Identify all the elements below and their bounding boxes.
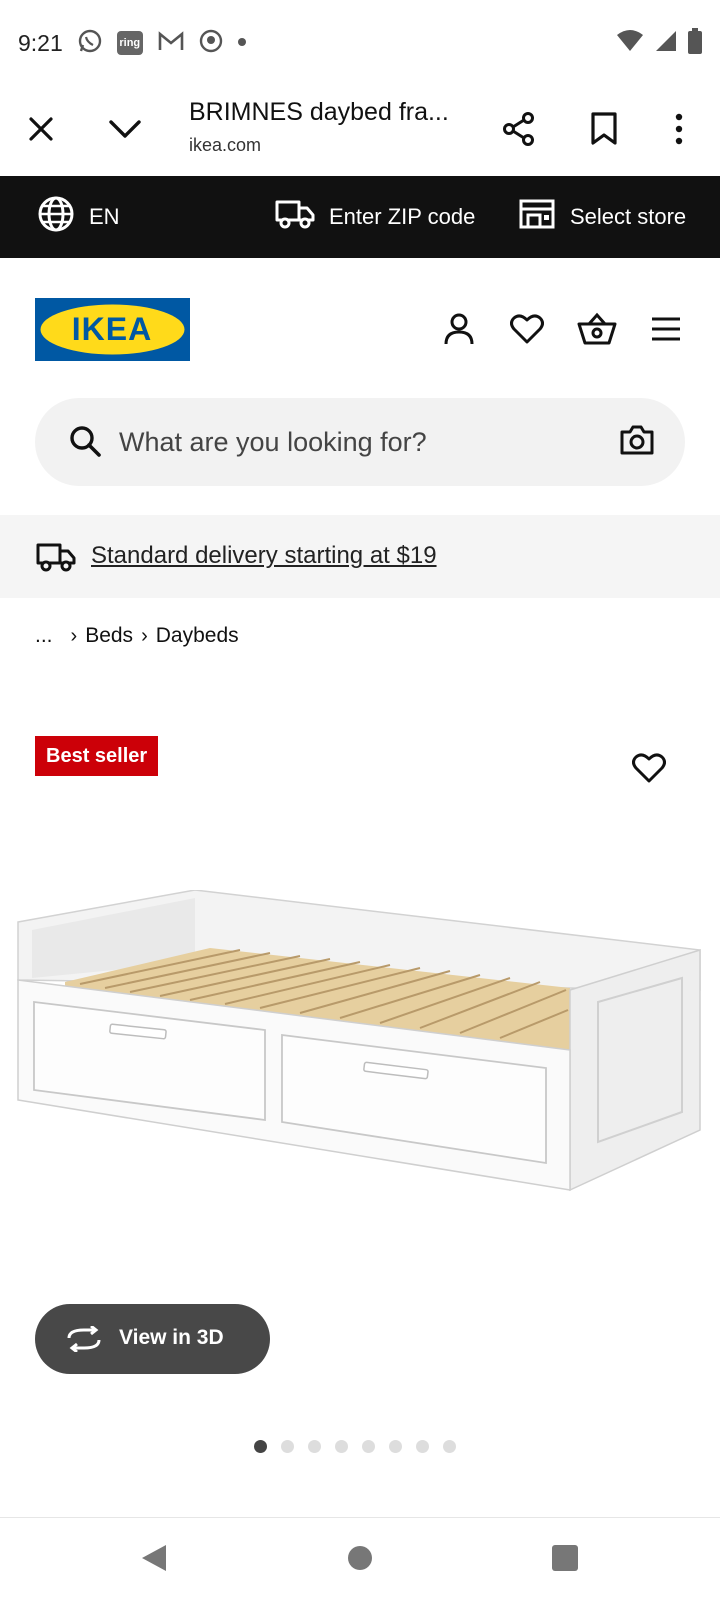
breadcrumb-ellipsis[interactable]: ... (35, 624, 53, 648)
chevron-down-icon (108, 118, 142, 145)
back-button[interactable] (134, 1540, 174, 1580)
dot-icon (237, 34, 247, 52)
share-button[interactable] (492, 104, 546, 158)
recents-icon (551, 1544, 579, 1577)
back-icon (140, 1543, 168, 1578)
select-store-button[interactable]: Select store (518, 176, 686, 258)
home-icon (346, 1544, 374, 1577)
chevron-right-icon: › (70, 624, 78, 647)
minimize-button[interactable] (98, 104, 152, 158)
whatsapp-icon (77, 28, 103, 59)
carousel-dot[interactable] (416, 1440, 429, 1453)
store-utility-bar: EN Enter ZIP code Select store (0, 176, 720, 258)
recents-button[interactable] (545, 1540, 585, 1580)
favorites-button[interactable] (504, 308, 550, 354)
carousel-dot[interactable] (254, 1440, 267, 1453)
search-input[interactable] (119, 398, 599, 486)
breadcrumb-item-daybeds[interactable]: Daybeds (156, 624, 239, 648)
ring-icon-label: ring (119, 37, 141, 49)
rotate-3d-icon (65, 1324, 103, 1357)
view-in-3d-label: View in 3D (119, 1326, 224, 1349)
app-icon (199, 29, 223, 58)
delivery-banner: Standard delivery starting at $19 (0, 515, 720, 598)
basket-icon (577, 312, 617, 351)
battery-icon (688, 28, 702, 59)
bookmark-icon (590, 111, 618, 151)
ring-icon: ring (116, 31, 143, 55)
close-icon (27, 115, 55, 148)
search-bar (35, 398, 685, 486)
notification-icons: ring (77, 28, 247, 59)
page-url: ikea.com (189, 135, 262, 155)
heart-icon (510, 313, 544, 350)
cart-button[interactable] (574, 308, 620, 354)
carousel-indicator (254, 1440, 456, 1453)
camera-search-icon[interactable] (619, 422, 655, 463)
language-label: EN (89, 204, 120, 229)
zip-code-label: Enter ZIP code (329, 204, 476, 229)
home-button[interactable] (340, 1540, 380, 1580)
truck-icon (36, 541, 76, 578)
ikea-logo-graphic: IKEA (35, 298, 190, 361)
select-store-label: Select store (570, 204, 687, 229)
heart-icon (632, 753, 666, 788)
best-seller-badge: Best seller (35, 736, 159, 776)
carousel-dot[interactable] (362, 1440, 375, 1453)
product-image[interactable] (10, 889, 710, 1220)
ikea-logo[interactable]: IKEA (35, 298, 190, 361)
account-button[interactable] (436, 308, 482, 354)
more-options-button[interactable] (652, 104, 706, 158)
delivery-link[interactable]: Standard delivery starting at $19 (91, 542, 437, 570)
page-title-area[interactable]: BRIMNES daybed fra... ikea.com (189, 98, 459, 156)
share-icon (501, 111, 537, 152)
status-time: 9:21 (18, 29, 63, 56)
truck-icon (275, 198, 315, 236)
carousel-dot[interactable] (281, 1440, 294, 1453)
chevron-right-icon: › (141, 624, 148, 647)
menu-button[interactable] (643, 308, 689, 354)
status-bar: 9:21 ring (0, 0, 720, 86)
system-icons (616, 28, 702, 59)
svg-text:IKEA: IKEA (72, 311, 152, 347)
carousel-dot[interactable] (443, 1440, 456, 1453)
system-nav-bar (0, 1517, 720, 1600)
page-title: BRIMNES daybed fra... (189, 98, 449, 126)
account-icon (442, 312, 476, 351)
close-button[interactable] (14, 104, 68, 158)
carousel-dot[interactable] (389, 1440, 402, 1453)
carousel-dot[interactable] (335, 1440, 348, 1453)
breadcrumb: ... › Beds › Daybeds (35, 624, 239, 648)
wifi-icon (616, 29, 644, 58)
store-icon (518, 198, 556, 236)
breadcrumb-item-beds[interactable]: Beds (85, 624, 133, 648)
carousel-dot[interactable] (308, 1440, 321, 1453)
language-selector[interactable]: EN (37, 176, 120, 258)
zip-code-button[interactable]: Enter ZIP code (275, 176, 475, 258)
more-vert-icon (674, 113, 684, 150)
signal-icon (654, 29, 678, 58)
bookmark-button[interactable] (577, 104, 631, 158)
browser-toolbar: BRIMNES daybed fra... ikea.com (0, 86, 720, 176)
view-in-3d-button[interactable]: View in 3D (35, 1304, 270, 1374)
add-to-favorites-button[interactable] (632, 752, 666, 789)
globe-icon (37, 195, 75, 239)
search-icon (67, 423, 103, 464)
gmail-icon (157, 30, 185, 57)
menu-icon (650, 316, 682, 347)
